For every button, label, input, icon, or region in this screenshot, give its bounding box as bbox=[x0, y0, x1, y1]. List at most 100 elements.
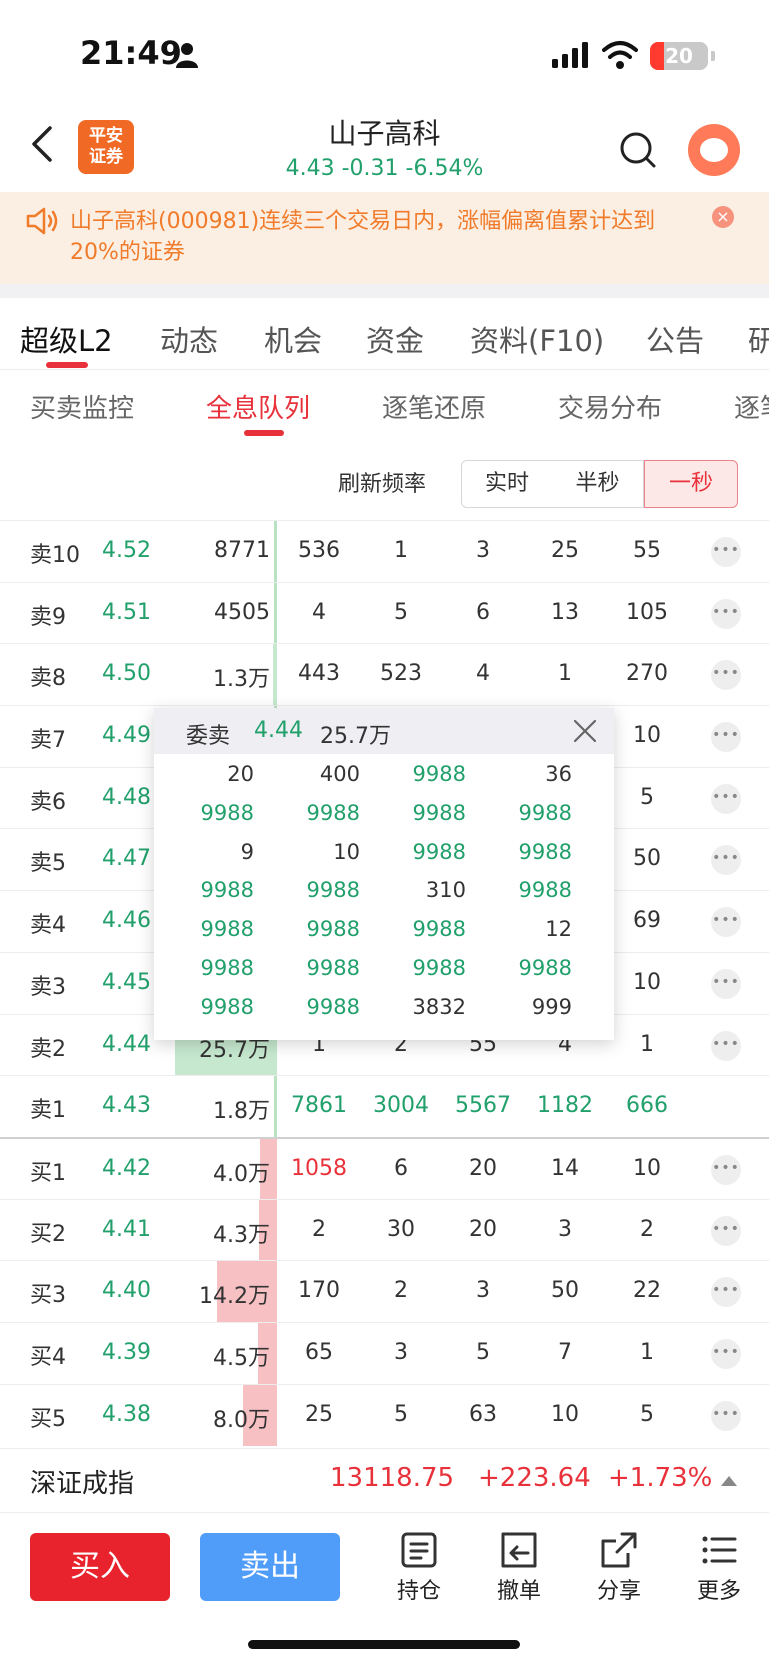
level-price: 4.51 bbox=[102, 599, 151, 625]
queue-order-size: 5 bbox=[476, 1339, 490, 1365]
menu-icon bbox=[702, 1536, 737, 1564]
order-book-row: 卖8 4.50 1.3万 443 523 4 1 270 ••• bbox=[0, 643, 769, 706]
queue-order-size: 1 bbox=[640, 1031, 654, 1057]
more-button[interactable]: 更多 bbox=[674, 1531, 764, 1605]
queue-order-size: 9988 bbox=[200, 956, 254, 980]
sell-button[interactable]: 卖出 bbox=[200, 1533, 340, 1601]
avatar[interactable] bbox=[688, 124, 740, 176]
queue-order-size: 9988 bbox=[412, 762, 466, 786]
tab-trade-distribution[interactable]: 交易分布 bbox=[558, 388, 662, 425]
queue-order-size: 25 bbox=[551, 538, 579, 563]
queue-order-size: 9988 bbox=[200, 917, 254, 942]
queue-order-size: 1182 bbox=[537, 1093, 593, 1119]
queue-order-size: 13 bbox=[551, 599, 579, 625]
level-label: 卖1 bbox=[30, 1098, 66, 1124]
queue-order-size: 9988 bbox=[200, 878, 254, 903]
tab-super-l2[interactable]: 超级L2 bbox=[20, 318, 113, 360]
queue-order-size: 10 bbox=[551, 1401, 579, 1427]
more-icon[interactable]: ••• bbox=[711, 722, 741, 753]
queue-order-size: 9988 bbox=[518, 800, 572, 825]
tab-announcement[interactable]: 公告 bbox=[646, 318, 704, 360]
more-icon[interactable]: ••• bbox=[711, 1154, 741, 1185]
notice-close-icon[interactable]: × bbox=[712, 206, 734, 228]
level-price: 4.48 bbox=[102, 784, 151, 810]
queue-order-size: 30 bbox=[387, 1216, 415, 1242]
battery-cap bbox=[711, 51, 715, 61]
level-label: 卖10 bbox=[30, 543, 80, 568]
queue-order-size: 999 bbox=[531, 994, 572, 1019]
level-label: 买5 bbox=[30, 1406, 66, 1432]
more-icon[interactable]: ••• bbox=[711, 1030, 741, 1061]
order-book-row: 卖1 4.43 1.8万 7861 3004 5567 1182 666 bbox=[0, 1075, 769, 1137]
more-icon[interactable]: ••• bbox=[711, 660, 741, 691]
more-icon[interactable]: ••• bbox=[711, 1277, 741, 1308]
level-volume: 4.5万 bbox=[213, 1345, 270, 1371]
more-icon[interactable]: ••• bbox=[711, 1215, 741, 1246]
tab-full-queue[interactable]: 全息队列 bbox=[206, 388, 310, 425]
refresh-rate-row: 刷新频率 实时 半秒 一秒 bbox=[0, 438, 769, 520]
order-book-row: 卖10 4.52 8771 536 1 3 25 55 ••• bbox=[0, 520, 769, 582]
queue-order-size: 4 bbox=[312, 599, 326, 625]
tab-dynamic[interactable]: 动态 bbox=[160, 318, 218, 360]
home-indicator bbox=[248, 1640, 520, 1649]
level-volume: 4.0万 bbox=[213, 1161, 270, 1187]
search-icon[interactable] bbox=[618, 130, 658, 170]
queue-order-size: 1 bbox=[558, 661, 572, 687]
level-label: 卖6 bbox=[30, 789, 66, 815]
queue-order-size: 9 bbox=[240, 839, 254, 864]
more-icon[interactable]: ••• bbox=[711, 845, 741, 876]
index-ticker[interactable]: 深证成指 13118.75 +223.64 +1.73% bbox=[0, 1448, 769, 1510]
level-label: 卖3 bbox=[30, 974, 66, 1000]
queue-order-size: 9988 bbox=[200, 800, 254, 825]
expand-up-icon[interactable] bbox=[721, 1476, 737, 1486]
refresh-one-second-button[interactable]: 一秒 bbox=[644, 460, 738, 508]
close-icon[interactable] bbox=[572, 718, 598, 744]
more-icon[interactable]: ••• bbox=[711, 907, 741, 938]
cancel-order-button[interactable]: 撤单 bbox=[474, 1531, 564, 1605]
order-book-row: 买5 4.38 8.0万 25 5 63 10 5 ••• bbox=[0, 1383, 769, 1446]
queue-order-size: 5567 bbox=[455, 1093, 511, 1119]
holdings-button[interactable]: 持仓 bbox=[374, 1531, 464, 1605]
queue-order-size: 536 bbox=[298, 538, 340, 563]
buy-button[interactable]: 买入 bbox=[30, 1533, 170, 1601]
tab-funds[interactable]: 资金 bbox=[366, 318, 424, 360]
queue-order-size: 10 bbox=[333, 839, 360, 864]
share-button[interactable]: 分享 bbox=[574, 1531, 664, 1605]
queue-order-size: 310 bbox=[425, 878, 466, 903]
level-price: 4.47 bbox=[102, 846, 151, 872]
order-book-row: 买4 4.39 4.5万 65 3 5 7 1 ••• bbox=[0, 1321, 769, 1384]
main-tabs: 超级L2 动态 机会 资金 资料(F10) 公告 研 bbox=[0, 298, 769, 370]
index-name: 深证成指 bbox=[30, 1469, 135, 1499]
level-label: 卖2 bbox=[30, 1036, 66, 1062]
index-value: 13118.75 bbox=[330, 1463, 455, 1493]
tab-f10[interactable]: 资料(F10) bbox=[470, 318, 604, 360]
tab-tick-restore[interactable]: 逐笔还原 bbox=[382, 388, 486, 425]
queue-order-size: 400 bbox=[319, 762, 360, 786]
level-price: 4.49 bbox=[102, 723, 151, 749]
undo-icon bbox=[501, 1532, 537, 1568]
queue-order-size: 6 bbox=[394, 1155, 408, 1181]
level-price: 4.45 bbox=[102, 969, 151, 995]
share-label: 分享 bbox=[596, 1579, 641, 1604]
queue-order-size: 20 bbox=[469, 1155, 497, 1181]
more-icon[interactable]: ••• bbox=[711, 968, 741, 999]
more-icon[interactable]: ••• bbox=[711, 1400, 741, 1431]
more-icon[interactable]: ••• bbox=[711, 783, 741, 814]
speaker-icon bbox=[26, 207, 58, 235]
tab-trade-monitor[interactable]: 买卖监控 bbox=[30, 388, 134, 425]
tab-research[interactable]: 研 bbox=[748, 318, 769, 360]
queue-order-size: 3 bbox=[476, 1278, 490, 1304]
more-icon[interactable]: ••• bbox=[711, 1338, 741, 1369]
document-icon bbox=[401, 1532, 437, 1568]
more-icon[interactable]: ••• bbox=[711, 537, 741, 567]
queue-order-size: 5 bbox=[640, 1401, 654, 1427]
queue-order-size: 7 bbox=[558, 1339, 572, 1365]
tab-tick-by-tick[interactable]: 逐笔 bbox=[734, 388, 769, 425]
more-icon[interactable]: ••• bbox=[711, 598, 741, 629]
section-gap bbox=[0, 284, 769, 298]
tab-opportunity[interactable]: 机会 bbox=[264, 318, 322, 360]
queue-order-size: 10 bbox=[633, 1155, 661, 1181]
queue-popup: 委卖 4.44 25.7万 20 400 9988 36 9988 9988 9988 998… bbox=[154, 708, 614, 1040]
refresh-half-second-button[interactable]: 半秒 bbox=[552, 460, 644, 508]
refresh-realtime-button[interactable]: 实时 bbox=[461, 460, 553, 508]
